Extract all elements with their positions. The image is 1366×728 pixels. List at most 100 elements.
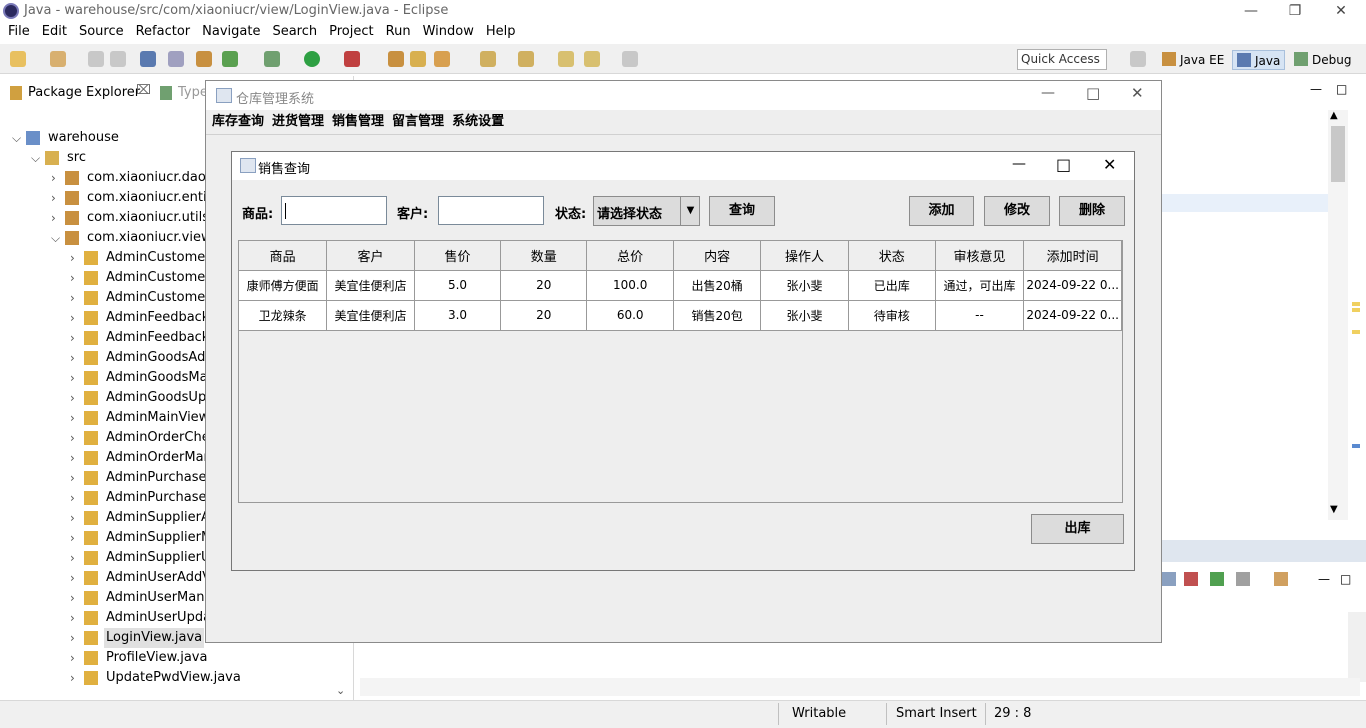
collapsed-arrow-icon[interactable]: › <box>51 208 61 228</box>
run-icon[interactable] <box>304 51 320 67</box>
menu-file[interactable]: File <box>8 22 30 42</box>
cell-customer[interactable]: 美宜佳便利店 <box>326 300 415 331</box>
cell-total[interactable]: 60.0 <box>586 300 675 331</box>
horizontal-scrollbar[interactable] <box>360 678 1360 696</box>
collapsed-arrow-icon[interactable]: › <box>70 388 80 408</box>
collapsed-arrow-icon[interactable]: › <box>70 548 80 568</box>
outbound-button[interactable]: 出库 <box>1031 514 1124 544</box>
tree-file[interactable]: › ProfileView.java <box>0 648 350 668</box>
chevron-down-icon[interactable]: ▼ <box>680 197 700 225</box>
run-external-icon[interactable] <box>344 51 360 67</box>
new-console-icon[interactable] <box>1274 572 1288 586</box>
collapsed-arrow-icon[interactable]: › <box>70 428 80 448</box>
perspective-debug[interactable]: Debug <box>1290 50 1355 70</box>
app-maximize-icon[interactable]: □ <box>1086 84 1100 102</box>
cell-content[interactable]: 出售20桶 <box>673 270 762 301</box>
type-hierarchy-tab[interactable]: Type <box>178 85 208 100</box>
cell-status[interactable]: 待审核 <box>848 300 936 331</box>
col-quantity[interactable]: 数量 <box>500 241 588 271</box>
collapsed-arrow-icon[interactable]: › <box>70 248 80 268</box>
annotation-icon[interactable] <box>480 51 496 67</box>
scroll-down-icon[interactable]: ▼ <box>1330 504 1338 515</box>
col-status[interactable]: 状态 <box>848 241 936 271</box>
collapsed-arrow-icon[interactable]: › <box>70 528 80 548</box>
close-icon[interactable]: ✕ <box>1318 0 1364 22</box>
editor-scroll-thumb[interactable] <box>1331 126 1345 182</box>
expanded-arrow-icon[interactable]: ⌵ <box>31 148 41 168</box>
menu-refactor[interactable]: Refactor <box>136 22 191 42</box>
cell-quantity[interactable]: 20 <box>500 270 588 301</box>
edit-button[interactable]: 修改 <box>984 196 1050 226</box>
collapsed-arrow-icon[interactable]: › <box>70 308 80 328</box>
menu-run[interactable]: Run <box>386 22 411 42</box>
restore-icon[interactable]: ❐ <box>1272 0 1318 22</box>
collapsed-arrow-icon[interactable]: › <box>70 448 80 468</box>
new-icon[interactable] <box>10 51 26 67</box>
menu-purchase-management[interactable]: 进货管理 <box>272 110 324 134</box>
collapsed-arrow-icon[interactable]: › <box>70 588 80 608</box>
col-goods[interactable]: 商品 <box>239 241 328 271</box>
collapsed-arrow-icon[interactable]: › <box>70 348 80 368</box>
pencil-icon[interactable] <box>434 51 450 67</box>
collapsed-arrow-icon[interactable]: › <box>51 168 61 188</box>
customer-search-input[interactable] <box>438 196 544 225</box>
dialog-maximize-icon[interactable]: □ <box>1056 155 1071 174</box>
cell-goods[interactable]: 康师傅方便面 <box>239 270 328 301</box>
menu-window[interactable]: Window <box>423 22 474 42</box>
collapsed-arrow-icon[interactable]: › <box>70 628 80 648</box>
perspective-java-ee[interactable]: Java EE <box>1158 50 1228 70</box>
collapsed-arrow-icon[interactable]: › <box>70 648 80 668</box>
build-icon[interactable] <box>196 51 212 67</box>
minimize-editor-icon[interactable]: — <box>1310 82 1322 96</box>
cell-add-time[interactable]: 2024-09-22 0... <box>1023 270 1122 301</box>
minimize-icon[interactable]: — <box>1228 0 1274 22</box>
collapsed-arrow-icon[interactable]: › <box>70 568 80 588</box>
menu-sales-management[interactable]: 销售管理 <box>332 110 384 134</box>
skip-breakpoints-icon[interactable] <box>168 51 184 67</box>
menu-navigate[interactable]: Navigate <box>202 22 260 42</box>
cell-review-comment[interactable]: -- <box>935 300 1025 331</box>
last-edit-icon[interactable] <box>558 51 574 67</box>
app-close-icon[interactable]: ✕ <box>1131 84 1144 102</box>
menu-inventory-query[interactable]: 库存查询 <box>212 110 264 134</box>
expanded-arrow-icon[interactable]: ⌵ <box>12 128 22 148</box>
perspective-java[interactable]: Java <box>1232 50 1286 70</box>
collapsed-arrow-icon[interactable]: › <box>70 368 80 388</box>
delete-button[interactable]: 删除 <box>1059 196 1125 226</box>
minimize-panel-icon[interactable]: — <box>1318 572 1330 586</box>
collapsed-arrow-icon[interactable]: › <box>70 668 80 688</box>
terminate-icon[interactable] <box>1184 572 1198 586</box>
cell-review-comment[interactable]: 通过，可出库 <box>935 270 1025 301</box>
maximize-editor-icon[interactable]: □ <box>1336 82 1347 96</box>
panel-scrollbar[interactable] <box>1348 612 1366 682</box>
menu-help[interactable]: Help <box>486 22 516 42</box>
quick-access-input[interactable]: Quick Access <box>1017 49 1107 70</box>
menu-edit[interactable]: Edit <box>42 22 67 42</box>
collapsed-arrow-icon[interactable]: › <box>70 328 80 348</box>
scroll-up-icon[interactable]: ▲ <box>1330 110 1338 121</box>
collapsed-arrow-icon[interactable]: › <box>70 508 80 528</box>
cell-status[interactable]: 已出库 <box>848 270 936 301</box>
collapsed-arrow-icon[interactable]: › <box>70 488 80 508</box>
goods-search-input[interactable] <box>281 196 387 225</box>
close-tab-icon[interactable]: ⌧ <box>136 83 151 98</box>
col-price[interactable]: 售价 <box>414 241 502 271</box>
collapsed-arrow-icon[interactable]: › <box>70 288 80 308</box>
col-customer[interactable]: 客户 <box>326 241 415 271</box>
col-review-comment[interactable]: 审核意见 <box>935 241 1025 271</box>
save-all-icon[interactable] <box>110 51 126 67</box>
dialog-minimize-icon[interactable]: — <box>1012 156 1026 172</box>
collapsed-arrow-icon[interactable]: › <box>51 188 61 208</box>
scroll-down-icon[interactable]: ⌄ <box>336 684 345 697</box>
menu-search[interactable]: Search <box>272 22 317 42</box>
open-perspective-icon[interactable] <box>1130 51 1146 67</box>
expanded-arrow-icon[interactable]: ⌵ <box>51 228 61 248</box>
save-icon[interactable] <box>88 51 104 67</box>
col-add-time[interactable]: 添加时间 <box>1023 241 1122 271</box>
menu-message-management[interactable]: 留言管理 <box>392 110 444 134</box>
query-button[interactable]: 查询 <box>709 196 775 226</box>
forward-icon[interactable] <box>622 51 638 67</box>
cell-content[interactable]: 销售20包 <box>673 300 762 331</box>
collapsed-arrow-icon[interactable]: › <box>70 268 80 288</box>
col-operator[interactable]: 操作人 <box>760 241 849 271</box>
